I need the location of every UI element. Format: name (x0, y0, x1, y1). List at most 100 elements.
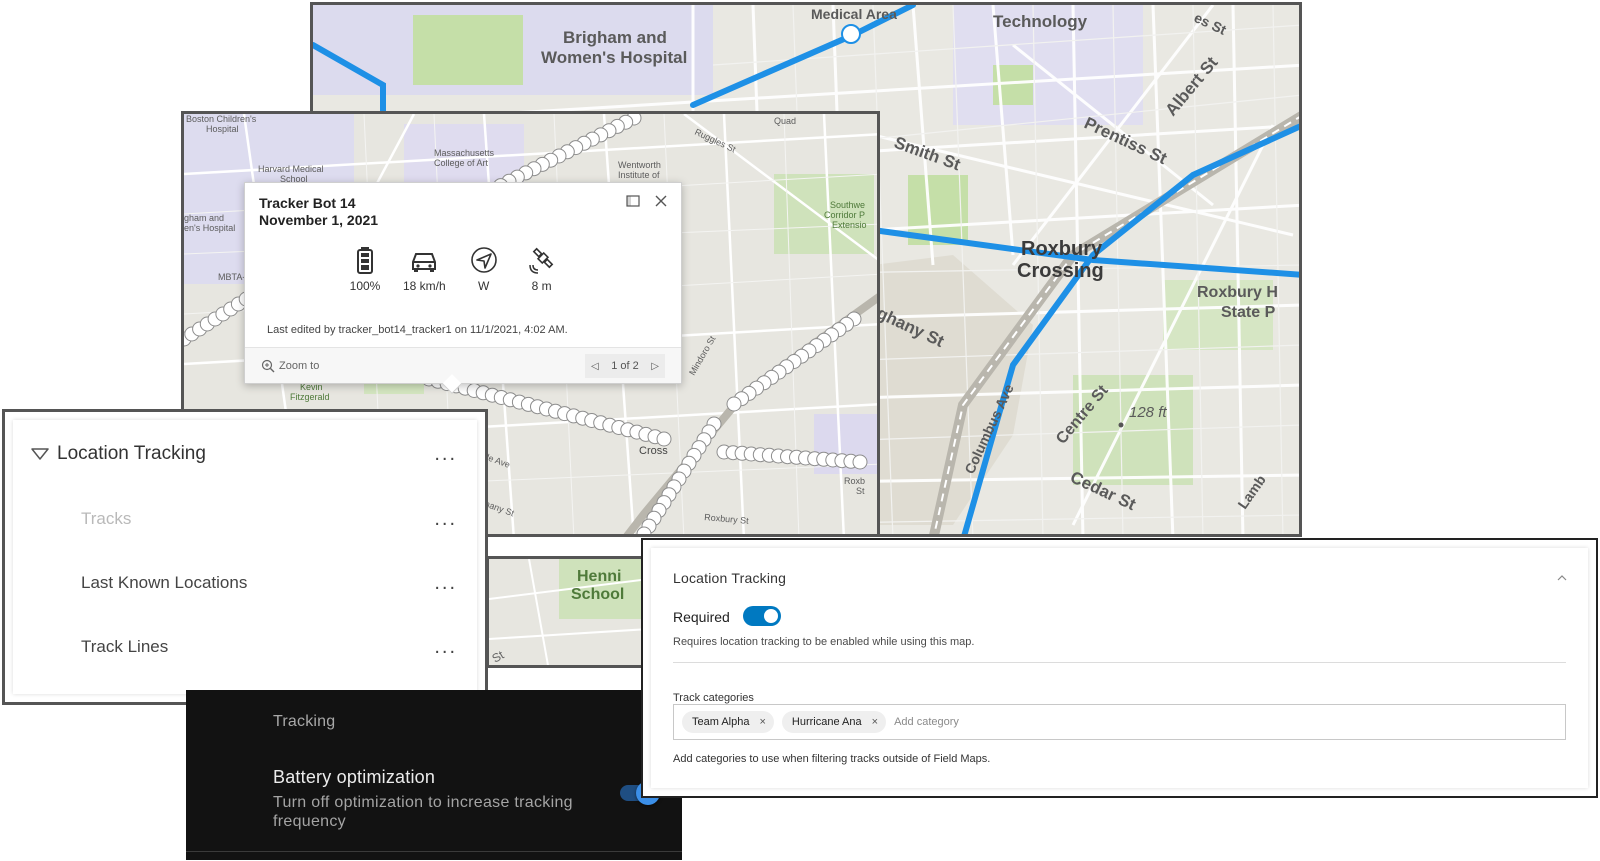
car-icon (412, 253, 437, 272)
map-label: en's Hospital (184, 223, 235, 233)
track-categories-field[interactable]: Team Alpha × Hurricane Ana × (673, 704, 1566, 740)
speed-stat: 18 km/h (403, 245, 446, 293)
layer-list-panel: Location Tracking ... Tracks ... Last Kn… (2, 409, 488, 705)
speed-value: 18 km/h (403, 279, 446, 293)
popup-title-date: November 1, 2021 (259, 212, 379, 228)
popup-title: Tracker Bot 14 November 1, 2021 (259, 195, 378, 229)
map-label: MBTA- (218, 272, 245, 282)
chevron-down-icon[interactable] (31, 448, 49, 460)
map-label: Southwe (830, 200, 865, 210)
map-fragment-canvas: Henni School St (489, 559, 643, 665)
feature-popup[interactable]: Tracker Bot 14 November 1, 2021 100% 18 … (244, 182, 682, 394)
popup-footer: Zoom to ◁ 1 of 2 ▷ (245, 347, 681, 383)
map-label: Roxb (844, 476, 865, 486)
map-label: College of Art (434, 158, 489, 168)
battery-optimization-description: Turn off optimization to increase tracki… (273, 794, 573, 830)
popup-pager: ◁ 1 of 2 ▷ (585, 354, 665, 378)
layer-group-title: Location Tracking (57, 443, 206, 464)
map-label: Extensio (832, 220, 867, 230)
map-label: Boston Children's (186, 114, 257, 124)
map-fragment: Henni School St (486, 556, 646, 668)
map-label: gham and (184, 213, 224, 223)
divider (186, 851, 682, 852)
layer-item-track-lines[interactable]: Track Lines ... (13, 632, 477, 662)
section-header: Tracking (273, 713, 336, 730)
map-label: School (571, 586, 624, 603)
popup-stats: 100% 18 km/h W 8 m (345, 245, 562, 293)
map-label: Quad (774, 116, 796, 126)
required-toggle[interactable] (743, 606, 781, 626)
battery-stat: 100% (345, 245, 385, 293)
required-description: Requires location tracking to be enabled… (673, 636, 975, 648)
zoom-to-label: Zoom to (279, 360, 320, 372)
last-edited-text: Last edited by tracker_bot14_tracker1 on… (267, 324, 568, 336)
map-label: Fitzgerald (290, 392, 330, 402)
satellite-icon (528, 247, 554, 274)
add-category-input[interactable] (894, 716, 1095, 728)
map-label: Medical Area (811, 6, 897, 22)
track-categories-label: Track categories (673, 692, 754, 704)
pager-text: 1 of 2 (611, 360, 639, 372)
category-chip: Hurricane Ana × (781, 711, 887, 733)
next-icon[interactable]: ▷ (651, 361, 659, 372)
map-label: State P (1221, 304, 1276, 321)
track-point (636, 526, 652, 534)
zoom-in-icon (261, 359, 275, 373)
layer-item-label: Last Known Locations (81, 573, 248, 592)
section-title: Location Tracking (673, 570, 787, 586)
divider (673, 662, 1566, 663)
remove-icon[interactable]: × (759, 716, 765, 728)
mobile-tracking-settings: Tracking Battery optimization Turn off o… (186, 690, 682, 860)
previous-icon[interactable]: ◁ (591, 361, 599, 372)
heading-stat: W (464, 245, 504, 293)
dock-icon[interactable] (625, 193, 641, 209)
more-options-icon[interactable]: ... (434, 573, 457, 593)
battery-icon (357, 247, 373, 274)
map-label: Massachusetts (434, 148, 495, 158)
chip-label: Team Alpha (692, 716, 750, 728)
track-point (852, 454, 868, 470)
popup-title-name: Tracker Bot 14 (259, 195, 356, 211)
battery-optimization-title: Battery optimization (273, 767, 436, 787)
accuracy-value: 8 m (531, 279, 552, 293)
track-point (656, 431, 672, 447)
map-label: Brigham and (563, 28, 667, 47)
map-label: Institute of (618, 170, 660, 180)
map-label: Hospital (206, 124, 239, 134)
compass-icon (470, 247, 497, 273)
map-label: Roxbury (1021, 238, 1103, 260)
more-options-icon[interactable]: ... (434, 444, 457, 464)
layer-group-location-tracking[interactable]: Location Tracking ... (13, 436, 477, 472)
layer-item-label: Track Lines (81, 637, 169, 656)
battery-value: 100% (349, 279, 381, 293)
map-label: Crossing (1017, 260, 1104, 282)
more-options-icon[interactable]: ... (434, 509, 457, 529)
zoom-to-button[interactable]: Zoom to (261, 359, 319, 373)
chevron-up-icon[interactable] (1556, 572, 1568, 584)
map-label: Technology (993, 12, 1088, 31)
close-icon[interactable] (653, 193, 669, 209)
remove-icon[interactable]: × (872, 716, 878, 728)
map-label: Women's Hospital (541, 48, 687, 67)
map-label: 128 ft (1129, 404, 1167, 421)
track-point (726, 396, 742, 412)
map-label: Henni (577, 568, 621, 585)
categories-help-text: Add categories to use when filtering tra… (673, 753, 991, 765)
accuracy-stat: 8 m (522, 245, 562, 293)
map-label: Cross (639, 445, 668, 457)
chip-label: Hurricane Ana (791, 716, 862, 728)
heading-value: W (478, 279, 490, 293)
location-tracking-settings: Location Tracking Required Requires loca… (641, 538, 1598, 798)
map-label: Harvard Medical (258, 164, 324, 174)
map-label: Roxbury H (1197, 284, 1278, 301)
required-label: Required (673, 609, 730, 625)
more-options-icon[interactable]: ... (434, 637, 457, 657)
category-chip: Team Alpha × (682, 711, 774, 733)
map-label: St (856, 486, 865, 496)
map-label: Corridor P (824, 210, 865, 220)
toggle-knob (764, 609, 778, 623)
layer-item-last-known-locations[interactable]: Last Known Locations ... (13, 568, 477, 598)
layer-item-label: Tracks (81, 509, 132, 528)
map-label: Wentworth (618, 160, 661, 170)
layer-item-tracks[interactable]: Tracks ... (13, 504, 477, 534)
